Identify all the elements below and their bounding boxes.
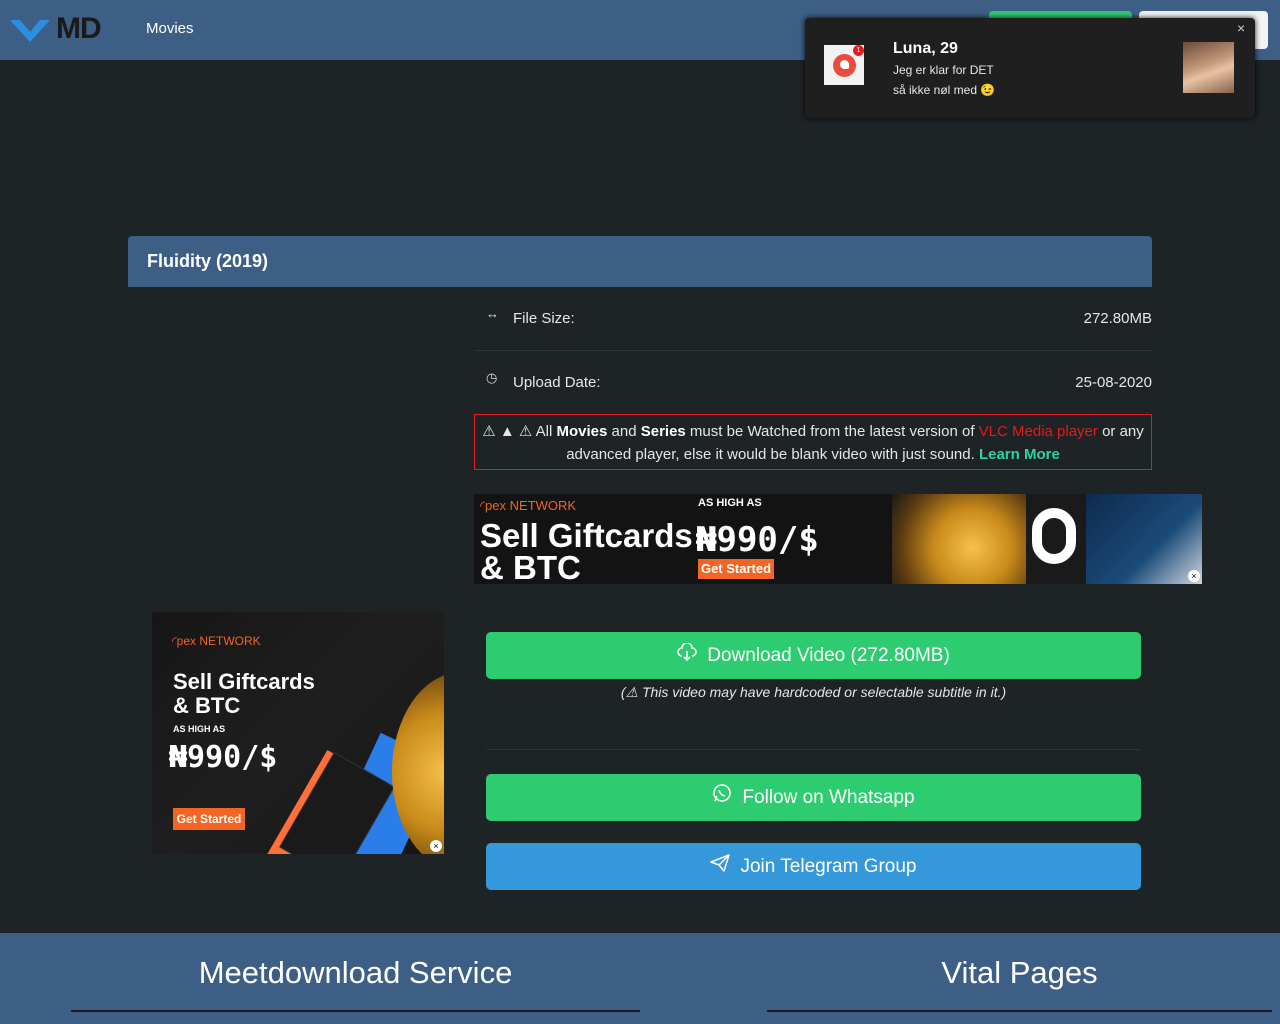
ad-cta-button[interactable]: Get Started bbox=[698, 559, 774, 579]
nav-link-movies[interactable]: Movies bbox=[146, 20, 194, 37]
warning-icons: ⚠ ▲ ⚠ bbox=[482, 423, 533, 440]
warning-text: must be Watched from the latest version … bbox=[685, 423, 979, 440]
steam-giftcard-image bbox=[1086, 494, 1202, 584]
ad-banner-square[interactable]: ◜pex NETWORK Sell Giftcards & BTC AS HIGH… bbox=[152, 612, 444, 854]
ad-price: ₦990/$ bbox=[696, 520, 819, 560]
notification-message-line1: Jeg er klar for DET bbox=[893, 63, 994, 77]
notification-avatar bbox=[1183, 42, 1234, 93]
notification-message-line2: så ikke nøl med 😉 bbox=[893, 83, 996, 97]
whatsapp-icon bbox=[712, 774, 732, 821]
amazon-giftcard-image bbox=[1026, 494, 1086, 584]
warning-text: and bbox=[607, 423, 641, 440]
logo-check-icon bbox=[10, 20, 50, 42]
upload-date-label: Upload Date: bbox=[513, 374, 601, 391]
download-label: Download Video (272.80MB) bbox=[707, 645, 950, 666]
warning-text: All bbox=[535, 423, 557, 440]
close-icon[interactable]: × bbox=[1237, 20, 1245, 36]
notification-popup[interactable]: 1 Luna, 29 Jeg er klar for DET så ikke n… bbox=[805, 18, 1255, 118]
whatsapp-label: Follow on Whatsapp bbox=[742, 787, 915, 808]
ad-close-icon[interactable]: × bbox=[1188, 570, 1200, 582]
notification-sender: Luna, 29 bbox=[893, 40, 958, 57]
upload-date-value: 25-08-2020 bbox=[1075, 374, 1152, 391]
footer-divider bbox=[767, 1010, 1272, 1012]
subtitle-note: (⚠ This video may have hardcoded or sele… bbox=[620, 684, 1007, 700]
cloud-download-icon bbox=[677, 632, 697, 679]
divider bbox=[486, 749, 1141, 750]
file-size-value: 272.80MB bbox=[1083, 310, 1152, 327]
footer-heading-service: Meetdownload Service bbox=[198, 955, 513, 990]
ad-price: ₦990/$ bbox=[169, 740, 278, 775]
footer-heading-pages: Vital Pages bbox=[941, 955, 1098, 990]
player-warning-box: ⚠ ▲ ⚠ All Movies and Series must be Watc… bbox=[474, 414, 1152, 470]
telegram-label: Join Telegram Group bbox=[740, 856, 917, 877]
logo-text: MD bbox=[56, 12, 102, 45]
join-telegram-button[interactable]: Join Telegram Group bbox=[486, 843, 1141, 890]
upload-date-row: ◷ Upload Date: 25-08-2020 bbox=[474, 351, 1152, 415]
ad-banner-wide[interactable]: ◜pex NETWORK Sell Giftcards & BTC AS HIGH… bbox=[474, 494, 1202, 584]
ad-cta-button[interactable]: Get Started bbox=[173, 808, 245, 830]
paper-plane-icon bbox=[710, 843, 731, 890]
ad-headline: Sell Giftcards & BTC bbox=[173, 669, 315, 718]
vlc-link[interactable]: VLC Media player bbox=[979, 423, 1098, 440]
ad-close-icon[interactable]: × bbox=[430, 840, 442, 852]
clock-icon: ◷ bbox=[486, 370, 498, 385]
follow-whatsapp-button[interactable]: Follow on Whatsapp bbox=[486, 774, 1141, 821]
dumbbell-icon: ↔ bbox=[486, 306, 499, 321]
chat-notification-icon: 1 bbox=[824, 45, 864, 85]
ad-brand: ◜pex NETWORK bbox=[172, 634, 261, 648]
ad-subhead: AS HIGH AS bbox=[698, 497, 762, 509]
file-size-row: ↔ File Size: 272.80MB bbox=[474, 287, 1152, 351]
site-logo[interactable]: MD bbox=[10, 12, 122, 46]
learn-more-link[interactable]: Learn More bbox=[979, 446, 1060, 463]
bitcoin-coins-image bbox=[892, 494, 1026, 584]
warning-movies: Movies bbox=[556, 423, 608, 440]
notification-badge: 1 bbox=[853, 45, 864, 56]
download-video-button[interactable]: Download Video (272.80MB) bbox=[486, 632, 1141, 679]
footer: Meetdownload Service Vital Pages bbox=[0, 933, 1280, 1024]
page-title: Fluidity (2019) bbox=[147, 251, 269, 271]
ad-subhead: AS HIGH AS bbox=[173, 724, 226, 734]
file-size-label: File Size: bbox=[513, 310, 575, 327]
movie-card-header: Fluidity (2019) bbox=[128, 236, 1152, 287]
warning-series: Series bbox=[640, 423, 686, 440]
footer-divider bbox=[71, 1010, 640, 1012]
ad-headline: Sell Giftcards & BTC bbox=[480, 517, 693, 584]
ad-brand: ◜pex NETWORK bbox=[480, 498, 577, 513]
